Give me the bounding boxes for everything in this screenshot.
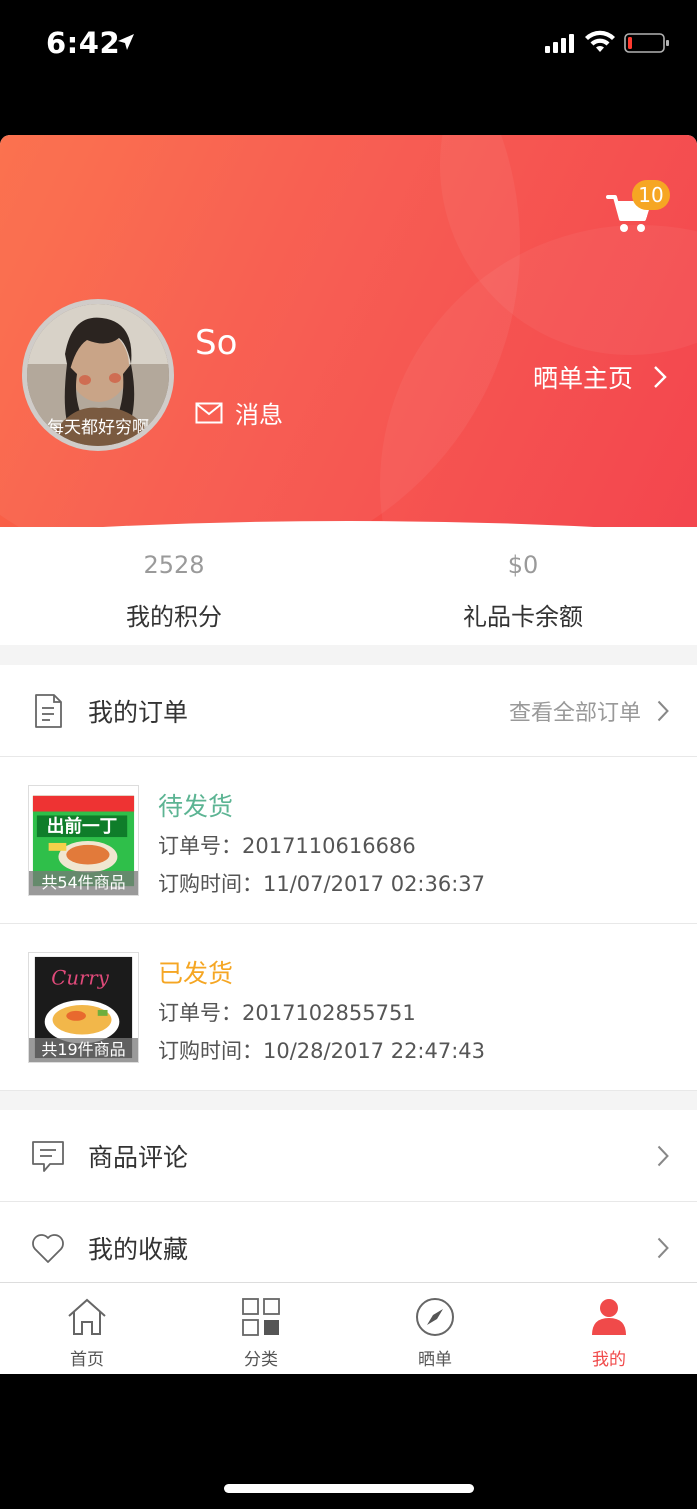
- tab-category[interactable]: 分类: [174, 1283, 348, 1374]
- tab-mine[interactable]: 我的: [522, 1283, 696, 1374]
- tab-home-label: 首页: [70, 1350, 104, 1370]
- my-orders-title: 我的订单: [88, 697, 189, 727]
- show-home-label: 晒单主页: [532, 364, 633, 393]
- package-brand-text: 出前一丁: [47, 815, 118, 837]
- messages-link[interactable]: 消息: [195, 395, 283, 430]
- status-bar: 6:42: [0, 0, 697, 90]
- user-icon: [592, 1299, 626, 1335]
- order-document-icon: [35, 693, 62, 728]
- avatar[interactable]: 每天都好穷啊: [22, 299, 174, 451]
- tab-home[interactable]: 首页: [0, 1283, 174, 1374]
- gift-card-stat[interactable]: $0 礼品卡余额: [349, 551, 697, 632]
- menu-panel: 商品评论 我的收藏: [0, 1110, 697, 1282]
- home-indicator[interactable]: [224, 1484, 474, 1493]
- order-item[interactable]: Curry 共19件商品 已发货 订单号：2017102855751 订购时间：…: [0, 924, 697, 1091]
- comment-icon: [32, 1140, 64, 1172]
- order-thumbnail: Curry 共19件商品: [28, 952, 139, 1063]
- chevron-right-icon: [657, 1145, 669, 1166]
- gift-card-label: 礼品卡余额: [463, 603, 583, 631]
- my-orders-row[interactable]: 我的订单 查看全部订单: [0, 665, 697, 757]
- home-icon: [68, 1298, 106, 1335]
- category-icon: [242, 1298, 280, 1336]
- wifi-icon: [585, 30, 615, 52]
- points-stat[interactable]: 2528 我的积分: [0, 551, 348, 632]
- tab-show[interactable]: 晒单: [348, 1283, 522, 1374]
- compass-icon: [416, 1298, 454, 1336]
- avatar-caption: 每天都好穷啊: [47, 418, 149, 438]
- location-arrow-icon: [118, 34, 134, 50]
- order-time: 订购时间：11/07/2017 02:36:37: [158, 872, 486, 896]
- order-item[interactable]: 出前一丁 共54件商品 待发货 订单号：2017110616686 订购时间：1…: [0, 757, 697, 924]
- cart-count-badge: 10: [632, 180, 670, 210]
- signal-icon: [545, 34, 574, 53]
- show-home-link[interactable]: 晒单主页: [533, 359, 667, 395]
- heart-icon: [32, 1234, 64, 1263]
- tab-show-label: 晒单: [418, 1350, 452, 1370]
- tab-mine-label: 我的: [592, 1350, 626, 1370]
- messages-label: 消息: [235, 401, 283, 429]
- tab-category-label: 分类: [244, 1350, 278, 1370]
- profile-header: 10 每天都好穷啊 So 消息 晒单主页: [0, 135, 697, 545]
- order-item-count: 共54件商品: [29, 871, 138, 895]
- gift-card-value: $0: [507, 551, 539, 579]
- battery-icon: [624, 33, 669, 53]
- app-screen: 10 每天都好穷啊 So 消息 晒单主页 2528 我的积分 $0 礼品卡余额 …: [0, 135, 697, 1374]
- points-value: 2528: [143, 551, 205, 579]
- points-label: 我的积分: [126, 603, 222, 631]
- order-number: 订单号：2017110616686: [158, 834, 416, 858]
- tab-bar: 首页 分类 晒单 我的: [0, 1282, 697, 1374]
- stats-panel: 2528 我的积分 $0 礼品卡余额: [0, 527, 697, 645]
- status-time: 6:42: [46, 26, 121, 60]
- orders-panel: 我的订单 查看全部订单 出前一丁 共54件商品 待发货 订单号：20171106…: [0, 665, 697, 1091]
- mail-icon: [195, 402, 223, 423]
- product-reviews-label: 商品评论: [88, 1142, 189, 1172]
- product-reviews-row[interactable]: 商品评论: [0, 1110, 697, 1202]
- favorites-row[interactable]: 我的收藏: [0, 1202, 697, 1294]
- chevron-right-icon: [657, 700, 669, 721]
- order-item-count: 共19件商品: [29, 1038, 138, 1062]
- order-status: 待发货: [158, 792, 234, 821]
- order-number: 订单号：2017102855751: [158, 1001, 416, 1025]
- chevron-right-icon: [657, 1237, 669, 1259]
- order-status: 已发货: [158, 959, 234, 988]
- chevron-right-icon: [654, 366, 667, 388]
- username: So: [195, 323, 238, 363]
- order-time: 订购时间：10/28/2017 22:47:43: [158, 1039, 486, 1063]
- view-all-orders-link[interactable]: 查看全部订单: [509, 695, 641, 727]
- package-brand-text: Curry: [51, 966, 109, 989]
- order-thumbnail: 出前一丁 共54件商品: [28, 785, 139, 896]
- favorites-label: 我的收藏: [88, 1235, 189, 1264]
